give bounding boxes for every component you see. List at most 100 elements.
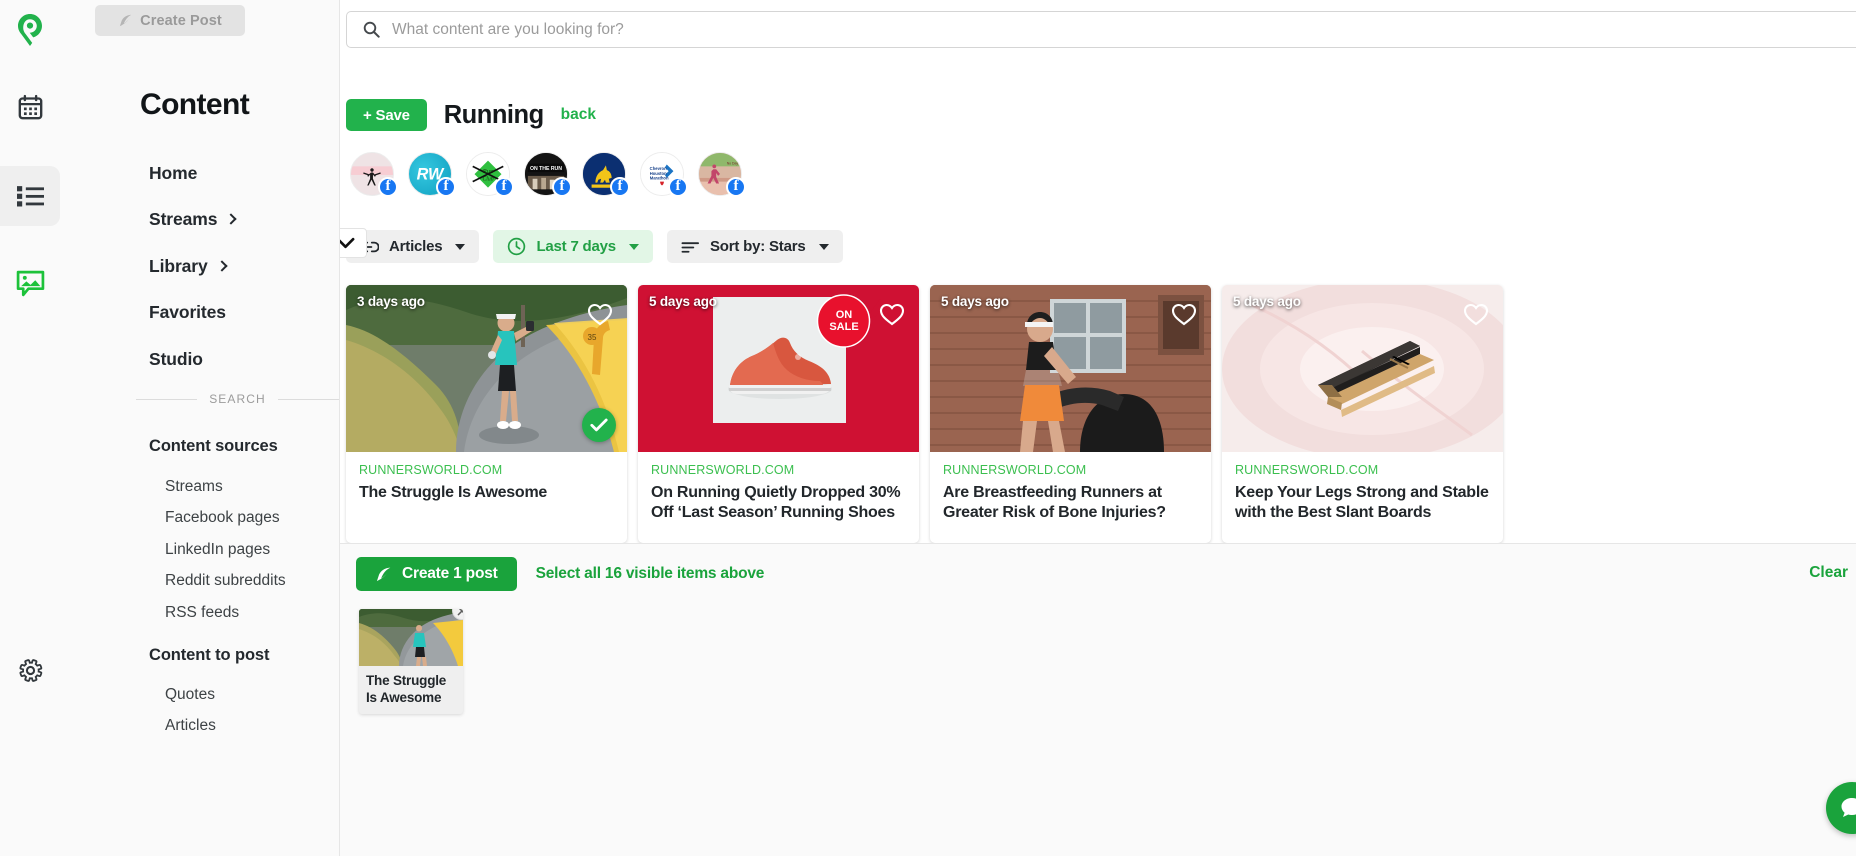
selected-item-image	[359, 609, 463, 666]
divider-line-left	[136, 398, 198, 400]
sidebar-item-facebook-pages[interactable]: Facebook pages	[165, 509, 280, 527]
content-card[interactable]: 5 days ago RUNNERSWORLD.COM Are Breastfe…	[930, 285, 1211, 543]
sidebar-item-label: Home	[149, 162, 198, 183]
sidebar-item-reddit-subreddits[interactable]: Reddit subreddits	[165, 572, 286, 590]
filter-label: Articles	[389, 238, 443, 255]
chat-icon	[1841, 798, 1856, 817]
app-root: Create Post Content Home Streams Library…	[0, 0, 1856, 856]
sidebar-item-home[interactable]: Home	[149, 150, 339, 197]
sidebar-item-studio[interactable]: Studio	[149, 336, 339, 383]
rail-media-button[interactable]	[0, 253, 60, 313]
facebook-badge-icon: f	[494, 177, 514, 197]
content-card[interactable]: 5 days ago RUNNERSWORLD.COM Keep Your Le…	[1222, 285, 1503, 543]
content-sources-heading: Content sources	[149, 437, 278, 455]
avatar[interactable]: f	[350, 152, 398, 197]
create-post-button[interactable]: Create Post	[95, 5, 245, 36]
svg-text:No Day: No Day	[727, 161, 739, 165]
card-image: 35 3 days ago	[346, 285, 627, 452]
card-title: On Running Quietly Dropped 30% Off ‘Last…	[651, 484, 901, 521]
rail-settings-button[interactable]	[0, 640, 60, 700]
card-source: RUNNERSWORLD.COM	[1235, 463, 1379, 477]
avatar[interactable]: RW f	[408, 152, 456, 197]
sidebar-item-linkedin-pages[interactable]: LinkedIn pages	[165, 541, 270, 559]
support-chat-button[interactable]	[1826, 782, 1856, 834]
svg-text:SALE: SALE	[829, 321, 858, 333]
svg-text:35: 35	[588, 333, 597, 342]
chevron-down-icon	[340, 237, 354, 249]
search-input[interactable]: What content are you looking for?	[392, 21, 624, 39]
road-runner-photo-thumb	[359, 609, 463, 666]
favorite-heart-icon[interactable]	[587, 301, 613, 327]
location-pin-icon	[18, 14, 42, 46]
avatar[interactable]: No Day f	[698, 152, 746, 197]
svg-text:ON: ON	[836, 309, 853, 321]
gear-icon	[19, 658, 42, 682]
card-image: ON SALE 5 days ago	[638, 285, 919, 452]
sidebar-item-label: Streams	[149, 209, 218, 230]
content-card[interactable]: 35 3 days ago RUNNERSWORLD.COM The Strug…	[346, 285, 627, 543]
card-body: RUNNERSWORLD.COM On Running Quietly Drop…	[638, 452, 919, 523]
create-post-actions: Create 1 post Select all 16 visible item…	[356, 557, 764, 591]
chevron-down-icon	[455, 243, 466, 250]
page-title: Content	[140, 88, 250, 121]
facebook-badge-icon: f	[610, 177, 630, 197]
facebook-badge-icon: f	[436, 177, 456, 197]
selected-item-thumbnail[interactable]: The Struggle Is Awesome	[359, 609, 463, 714]
sidebar-item-articles[interactable]: Articles	[165, 717, 216, 735]
chevron-right-icon	[215, 260, 228, 272]
main-panel: What content are you looking for? + Save…	[340, 0, 1856, 856]
avatar[interactable]: Chevron Houston Marathon f	[640, 152, 688, 197]
card-title: Keep Your Legs Strong and Stable with th…	[1235, 484, 1489, 521]
facebook-badge-icon: f	[552, 177, 572, 197]
sidebar-item-label: Favorites	[149, 302, 226, 323]
avatar[interactable]: Run Club f	[466, 152, 514, 197]
sidebar-item-label: Studio	[149, 348, 203, 369]
card-image: 5 days ago	[1222, 285, 1503, 452]
content-header: + Save Running back	[346, 99, 596, 131]
card-selected-check[interactable]	[582, 408, 616, 442]
favorite-heart-icon[interactable]	[1463, 301, 1489, 327]
sidebar-item-streams[interactable]: Streams	[149, 197, 339, 244]
selection-bar: Create 1 post Select all 16 visible item…	[340, 543, 1856, 856]
favorite-heart-icon[interactable]	[1171, 301, 1197, 327]
clear-selection-link[interactable]: Clear	[1809, 564, 1848, 582]
content-to-post-heading: Content to post	[149, 646, 270, 664]
filter-label: Sort by: Stars	[709, 238, 806, 255]
sidebar-item-library[interactable]: Library	[149, 243, 339, 290]
avatar[interactable]: ON THE RUN f	[524, 152, 572, 197]
calendar-icon	[18, 94, 42, 119]
chevron-right-icon	[225, 213, 238, 225]
create-post-submit-button[interactable]: Create 1 post	[356, 557, 517, 591]
chevron-down-icon	[818, 243, 829, 250]
svg-text:Marathon: Marathon	[650, 176, 669, 181]
card-image: 5 days ago	[930, 285, 1211, 452]
sidebar-nav: Home Streams Library Favorites Studio	[149, 150, 339, 383]
back-link[interactable]: back	[561, 106, 596, 124]
filter-sort-by[interactable]: Sort by: Stars	[666, 230, 843, 263]
create-post-submit-label: Create 1 post	[402, 565, 498, 582]
card-body: RUNNERSWORLD.COM The Struggle Is Awesome	[346, 452, 627, 503]
icon-rail	[0, 0, 60, 856]
card-body: RUNNERSWORLD.COM Keep Your Legs Strong a…	[1222, 452, 1503, 523]
save-button[interactable]: + Save	[346, 99, 427, 131]
favorite-heart-icon[interactable]	[879, 301, 905, 327]
avatar[interactable]: f	[582, 152, 630, 197]
close-icon	[457, 609, 463, 615]
facebook-badge-icon: f	[378, 177, 398, 197]
filter-date-range[interactable]: Last 7 days	[493, 230, 653, 263]
card-title: The Struggle Is Awesome	[359, 484, 548, 501]
select-all-link[interactable]: Select all 16 visible items above	[536, 565, 765, 583]
app-logo[interactable]	[0, 0, 60, 60]
sidebar-item-favorites[interactable]: Favorites	[149, 290, 339, 337]
card-source: RUNNERSWORLD.COM	[651, 463, 795, 477]
list-icon	[16, 186, 44, 207]
sidebar-item-quotes[interactable]: Quotes	[165, 686, 215, 704]
content-card[interactable]: ON SALE 5 days ago RUNNERSWORLD.COM On R…	[638, 285, 919, 543]
rail-content-button[interactable]	[0, 166, 60, 226]
expand-collapse-button[interactable]	[340, 228, 367, 258]
card-title: Are Breastfeeding Runners at Greater Ris…	[943, 484, 1166, 521]
sidebar-item-streams-source[interactable]: Streams	[165, 478, 223, 496]
sidebar-item-rss-feeds[interactable]: RSS feeds	[165, 604, 239, 622]
rail-calendar-button[interactable]	[0, 77, 60, 137]
search-bar[interactable]: What content are you looking for?	[346, 11, 1856, 48]
